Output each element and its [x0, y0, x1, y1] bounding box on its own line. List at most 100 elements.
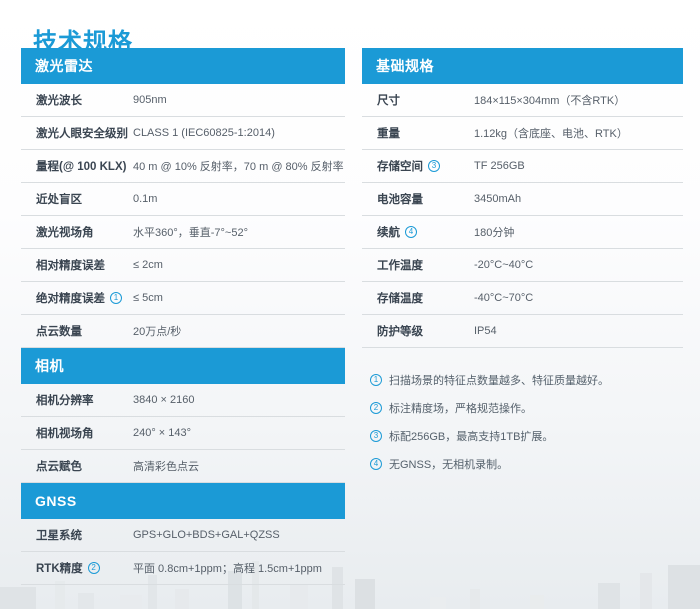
footnote: 3 标配256GB，最高支持1TB扩展。	[370, 422, 683, 450]
spec-label: RTK精度 2	[36, 560, 133, 576]
spec-row: 点云数量20万点/秒	[21, 315, 345, 348]
footnote-badge: 2	[88, 562, 100, 574]
spec-value: 1.12kg（含底座、电池、RTK）	[474, 125, 683, 141]
spec-label: 量程(@ 100 KLX)	[36, 158, 133, 174]
building-silhouette	[290, 585, 308, 609]
spec-label-text: 存储空间	[377, 158, 423, 174]
spec-row: 量程(@ 100 KLX)40 m @ 10% 反射率，70 m @ 80% 反…	[21, 150, 345, 183]
footnote-badge: 4	[370, 458, 382, 470]
spec-label-text: 相对精度误差	[36, 257, 105, 273]
building-silhouette	[55, 581, 65, 609]
spec-value: 平面 0.8cm+1ppm；高程 1.5cm+1ppm	[133, 560, 345, 576]
spec-row: 重量 1.12kg（含底座、电池、RTK）	[362, 117, 683, 150]
spec-value: 高清彩色点云	[133, 458, 345, 474]
spec-label: 电池容量	[377, 191, 474, 207]
section-header: 相机	[21, 348, 345, 384]
spec-value: 20万点/秒	[133, 323, 345, 339]
spec-label-text: 近处盲区	[36, 191, 82, 207]
footnote-text: 无GNSS，无相机录制。	[389, 456, 508, 472]
spec-table: 激光雷达激光波长 905nm 激光人眼安全级别CLASS 1 (IEC60825-1…	[21, 48, 345, 348]
spec-value: -20°C~40°C	[474, 259, 683, 271]
spec-row: 续航4180分钟	[362, 216, 683, 249]
spec-label-text: 点云赋色	[36, 458, 82, 474]
spec-value: 240° × 143°	[133, 427, 345, 439]
building-silhouette	[120, 595, 142, 609]
footnote: 1扫描场景的特征点数量越多、特征质量越好。	[370, 366, 683, 394]
building-silhouette	[530, 595, 544, 609]
spec-row: 尺寸184×115×304mm（不含RTK）	[362, 84, 683, 117]
spec-label-text: 激光视场角	[36, 224, 94, 240]
footnote: 4 无GNSS，无相机录制。	[370, 450, 683, 478]
spec-label-text: 电池容量	[377, 191, 423, 207]
spec-label: 续航4	[377, 224, 474, 240]
spec-value: 905nm	[133, 94, 345, 106]
spec-row: 卫星系统GPS+GLO+BDS+GAL+QZSS	[21, 519, 345, 552]
spec-label-text: 续航	[377, 224, 400, 240]
spec-label: 存储温度	[377, 290, 474, 306]
spec-row: 绝对精度误差1≤ 5cm	[21, 282, 345, 315]
spec-row: 相机分辨率 3840 × 2160	[21, 384, 345, 417]
spec-label: 激光人眼安全级别	[36, 125, 133, 141]
building-silhouette	[175, 589, 189, 609]
spec-column-left: 激光雷达激光波长 905nm 激光人眼安全级别CLASS 1 (IEC60825-1…	[21, 48, 345, 585]
spec-label: 点云赋色	[36, 458, 133, 474]
spec-value: -40°C~70°C	[474, 292, 683, 304]
footnote-text: 标配256GB，最高支持1TB扩展。	[389, 428, 553, 444]
spec-label: 绝对精度误差1	[36, 290, 133, 306]
spec-value: ≤ 2cm	[133, 259, 345, 271]
building-silhouette	[668, 565, 700, 609]
spec-row: 电池容量 3450mAh	[362, 183, 683, 216]
spec-label-text: 激光波长	[36, 92, 82, 108]
footnote-text: 标注精度场，严格规范操作。	[389, 400, 532, 416]
spec-label-text: 工作温度	[377, 257, 423, 273]
footnote-list: 1扫描场景的特征点数量越多、特征质量越好。 2 标注精度场，严格规范操作。 3 标配25…	[362, 366, 683, 478]
footnote-badge: 2	[370, 402, 382, 414]
spec-label: 重量	[377, 125, 474, 141]
spec-value: 3840 × 2160	[133, 394, 345, 406]
spec-row: 相对精度误差 ≤ 2cm	[21, 249, 345, 282]
spec-value: 3450mAh	[474, 193, 683, 205]
spec-label: 相对精度误差	[36, 257, 133, 273]
footnote-badge: 3	[370, 430, 382, 442]
spec-label-text: 相机视场角	[36, 425, 94, 441]
spec-value: 180分钟	[474, 224, 683, 240]
building-silhouette	[598, 583, 620, 609]
spec-table: GNSS卫星系统GPS+GLO+BDS+GAL+QZSSRTK精度2平面 0.8…	[21, 483, 345, 585]
building-silhouette	[0, 587, 36, 609]
spec-row: 防护等级IP54	[362, 315, 683, 348]
spec-value: 水平360°，垂直-7°~52°	[133, 224, 345, 240]
spec-label: 工作温度	[377, 257, 474, 273]
spec-value: CLASS 1 (IEC60825-1:2014)	[133, 127, 345, 139]
spec-label: 相机视场角	[36, 425, 133, 441]
section-header: 激光雷达	[21, 48, 345, 84]
building-silhouette	[430, 597, 446, 609]
building-silhouette	[355, 579, 375, 609]
spec-row: 存储空间3TF 256GB	[362, 150, 683, 183]
spec-label: 相机分辨率	[36, 392, 133, 408]
spec-value: TF 256GB	[474, 160, 683, 172]
footnote-badge: 1	[370, 374, 382, 386]
spec-row: 相机视场角 240° × 143°	[21, 417, 345, 450]
spec-value: IP54	[474, 325, 683, 337]
spec-table: 基础规格尺寸184×115×304mm（不含RTK） 重量 1.12kg（含底座、电…	[362, 48, 683, 348]
spec-row: RTK精度 2 平面 0.8cm+1ppm；高程 1.5cm+1ppm	[21, 552, 345, 585]
section-header: 基础规格	[362, 48, 683, 84]
spec-label: 防护等级	[377, 323, 474, 339]
spec-label-text: 重量	[377, 125, 400, 141]
spec-label-text: 相机分辨率	[36, 392, 94, 408]
spec-label: 激光波长	[36, 92, 133, 108]
spec-row: 存储温度-40°C~70°C	[362, 282, 683, 315]
spec-label: 激光视场角	[36, 224, 133, 240]
spec-label: 点云数量	[36, 323, 133, 339]
spec-label: 存储空间3	[377, 158, 474, 174]
spec-row: 点云赋色 高清彩色点云	[21, 450, 345, 483]
spec-label-text: 卫星系统	[36, 527, 82, 543]
building-silhouette	[640, 573, 652, 609]
spec-label-text: RTK精度	[36, 560, 83, 576]
spec-label-text: 尺寸	[377, 92, 400, 108]
spec-row: 激光视场角 水平360°，垂直-7°~52°	[21, 216, 345, 249]
footnote-badge: 1	[110, 292, 122, 304]
spec-row: 激光人眼安全级别CLASS 1 (IEC60825-1:2014)	[21, 117, 345, 150]
spec-label: 卫星系统	[36, 527, 133, 543]
building-silhouette	[78, 593, 94, 609]
